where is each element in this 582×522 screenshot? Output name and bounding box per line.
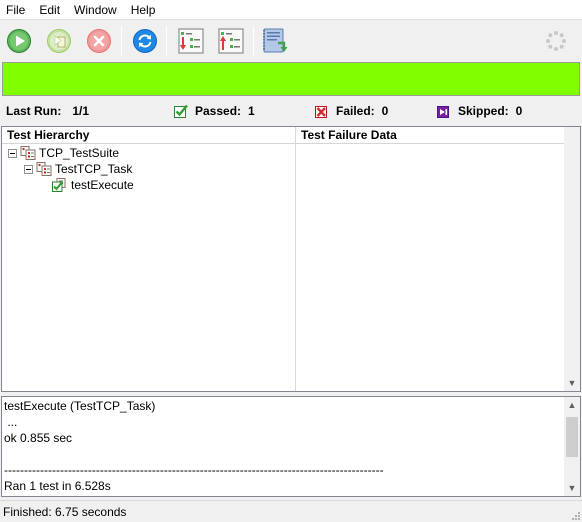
- skipped-count: 0: [515, 104, 523, 118]
- output-line: Ran 1 test in 6.528s: [4, 479, 111, 493]
- expand-tree-button[interactable]: [176, 26, 206, 56]
- menu-edit[interactable]: Edit: [32, 1, 67, 19]
- tree-node-task[interactable]: TestTCP_Task: [24, 161, 132, 177]
- expand-tree-icon: [178, 28, 204, 54]
- collapse-toggle[interactable]: [8, 148, 17, 158]
- tree-node-label: TCP_TestSuite: [39, 146, 120, 160]
- output-line: testExecute (TestTCP_Task): [4, 399, 156, 413]
- output-text: testExecute (TestTCP_Task) ... ok 0.855 s…: [4, 398, 562, 495]
- collapse-tree-icon: [218, 28, 244, 54]
- save-log-icon: [263, 28, 288, 53]
- suite-icon: [20, 146, 36, 160]
- output-scrollbar[interactable]: ▲ ▼: [564, 397, 580, 496]
- output-line: ...: [4, 415, 18, 429]
- menu-window[interactable]: Window: [67, 1, 124, 19]
- test-hierarchy-header[interactable]: Test Hierarchy: [2, 127, 295, 144]
- menu-help[interactable]: Help: [124, 1, 163, 19]
- failed-label: Failed:: [336, 104, 375, 118]
- run-selected-button[interactable]: [44, 26, 74, 56]
- busy-spinner: [541, 26, 571, 56]
- last-run-value: 1/1: [72, 104, 90, 118]
- passed-label: Passed:: [195, 104, 242, 118]
- refresh-button[interactable]: [130, 26, 160, 56]
- run-selected-icon: [47, 29, 71, 53]
- save-log-button[interactable]: [261, 26, 291, 56]
- passed-icon: [174, 104, 188, 118]
- test-progress-bar: [2, 62, 580, 96]
- results-panes: Test Hierarchy Test Failure Data TCP_Tes…: [1, 126, 581, 392]
- scroll-down-icon[interactable]: ▼: [564, 480, 580, 496]
- scroll-thumb[interactable]: [566, 417, 578, 457]
- menu-file[interactable]: File: [0, 1, 32, 19]
- tree-node-suite[interactable]: TCP_TestSuite: [8, 145, 119, 161]
- tree-node-test[interactable]: testExecute: [52, 177, 134, 193]
- test-output-log[interactable]: testExecute (TestTCP_Task) ... ok 0.855 s…: [1, 396, 581, 497]
- test-passed-icon: [52, 178, 66, 192]
- status-text: Finished: 6.75 seconds: [3, 505, 127, 519]
- busy-spinner-icon: [546, 31, 566, 51]
- skipped-icon: [437, 106, 449, 118]
- status-bar: Finished: 6.75 seconds: [0, 500, 582, 522]
- refresh-icon: [133, 29, 157, 53]
- stop-button[interactable]: [84, 26, 114, 56]
- run-button[interactable]: [4, 26, 34, 56]
- skipped-label: Skipped:: [458, 104, 509, 118]
- collapse-tree-button[interactable]: [216, 26, 246, 56]
- suite-icon: [36, 162, 52, 176]
- toolbar-separator: [166, 26, 167, 56]
- resize-grip-icon[interactable]: [570, 510, 580, 520]
- output-line: ----------------------------------------…: [4, 463, 384, 477]
- column-divider[interactable]: [295, 127, 296, 391]
- toolbar: [0, 19, 582, 62]
- run-stats: Last Run: 1/1 Passed: 1 Failed: 0 Skippe…: [0, 101, 582, 123]
- tree-node-label: TestTCP_Task: [55, 162, 133, 176]
- run-icon: [7, 29, 31, 53]
- results-scrollbar[interactable]: ▼: [564, 127, 580, 391]
- failed-icon: [315, 106, 327, 118]
- tree-node-label: testExecute: [71, 178, 134, 192]
- scroll-down-icon[interactable]: ▼: [564, 375, 580, 391]
- menu-bar: File Edit Window Help: [0, 0, 582, 19]
- scroll-up-icon[interactable]: ▲: [564, 397, 580, 413]
- last-run-label: Last Run:: [6, 104, 62, 118]
- output-line: ok 0.855 sec: [4, 431, 73, 445]
- collapse-toggle[interactable]: [24, 164, 33, 174]
- toolbar-separator: [253, 26, 254, 56]
- failed-count: 0: [381, 104, 389, 118]
- passed-count: 1: [248, 104, 255, 118]
- test-failure-header[interactable]: Test Failure Data: [296, 127, 564, 144]
- toolbar-separator: [121, 26, 122, 56]
- stop-icon: [87, 29, 111, 53]
